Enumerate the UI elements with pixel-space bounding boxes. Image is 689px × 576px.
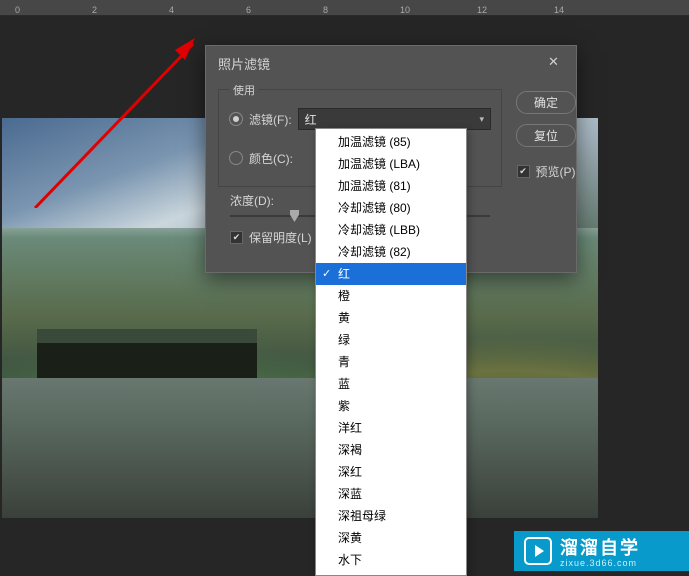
dropdown-item[interactable]: 深黄	[316, 527, 466, 549]
dropdown-item[interactable]: 深祖母绿	[316, 505, 466, 527]
preview-checkbox[interactable]: ✔	[517, 165, 530, 178]
dropdown-item[interactable]: 加温滤镜 (LBA)	[316, 153, 466, 175]
filter-dropdown-list[interactable]: 加温滤镜 (85)加温滤镜 (LBA)加温滤镜 (81)冷却滤镜 (80)冷却滤…	[315, 128, 467, 576]
dropdown-item[interactable]: 黄	[316, 307, 466, 329]
preserve-luminosity-checkbox[interactable]: ✔	[230, 231, 243, 244]
close-icon[interactable]: ✕	[548, 54, 564, 70]
ruler-horizontal: 02468101214	[0, 0, 689, 16]
dropdown-item[interactable]: 紫	[316, 395, 466, 417]
dropdown-item[interactable]: 加温滤镜 (85)	[316, 131, 466, 153]
watermark-sub: zixue.3d66.com	[560, 558, 640, 568]
preserve-luminosity-label: 保留明度(L)	[249, 229, 312, 246]
chevron-down-icon: ▾	[479, 114, 484, 125]
dropdown-item[interactable]: ✓红	[316, 263, 466, 285]
dialog-title: 照片滤镜	[218, 54, 270, 73]
filter-dropdown[interactable]: 红 ▾	[298, 108, 491, 130]
color-radio-label: 颜色(C):	[249, 150, 293, 167]
preview-label: 预览(P)	[536, 163, 576, 180]
dropdown-item[interactable]: 水下	[316, 549, 466, 571]
filter-radio[interactable]	[229, 112, 243, 126]
watermark-brand: 溜溜自学	[560, 534, 640, 560]
dropdown-item[interactable]: 绿	[316, 329, 466, 351]
watermark: 溜溜自学 zixue.3d66.com	[514, 531, 689, 571]
dropdown-item[interactable]: 深红	[316, 461, 466, 483]
filter-radio-label: 滤镜(F):	[249, 111, 292, 128]
dropdown-item[interactable]: 青	[316, 351, 466, 373]
dropdown-item[interactable]: 蓝	[316, 373, 466, 395]
dropdown-item[interactable]: 橙	[316, 285, 466, 307]
reset-button[interactable]: 复位	[516, 124, 576, 147]
dropdown-item[interactable]: 洋红	[316, 417, 466, 439]
density-label: 浓度(D):	[230, 192, 274, 209]
dropdown-item[interactable]: 冷却滤镜 (82)	[316, 241, 466, 263]
color-radio[interactable]	[229, 151, 243, 165]
slider-knob[interactable]	[290, 210, 299, 222]
dropdown-item[interactable]: 冷却滤镜 (80)	[316, 197, 466, 219]
filter-dropdown-value: 红	[305, 111, 317, 128]
dropdown-item[interactable]: 加温滤镜 (81)	[316, 175, 466, 197]
ok-button[interactable]: 确定	[516, 91, 576, 114]
dropdown-item[interactable]: 深褐	[316, 439, 466, 461]
fieldset-label: 使用	[229, 82, 259, 98]
play-icon	[524, 537, 552, 565]
dropdown-item[interactable]: 深蓝	[316, 483, 466, 505]
dropdown-item[interactable]: 冷却滤镜 (LBB)	[316, 219, 466, 241]
